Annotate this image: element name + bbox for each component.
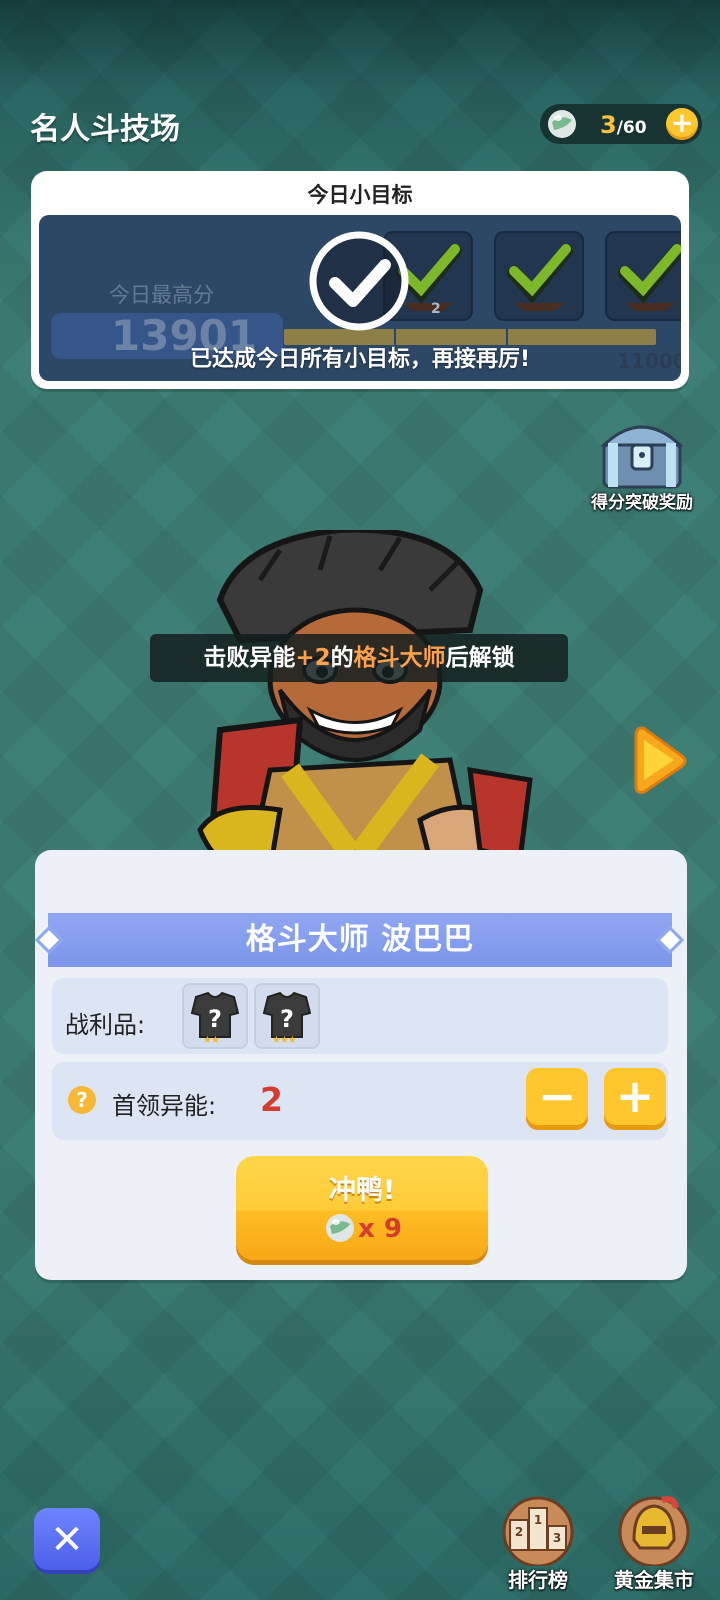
boss-ability-value: 2 — [260, 1080, 283, 1119]
goals-complete-message: 已达成今日所有小目标，再接再厉! — [189, 347, 531, 372]
all-complete-check-icon — [309, 231, 409, 331]
gold-market-button[interactable]: 黄金集市 — [604, 1490, 704, 1592]
egg-icon — [548, 110, 576, 138]
help-icon[interactable]: ? — [68, 1086, 96, 1114]
character-name: 格斗大师 波巴巴 — [48, 913, 672, 967]
loot-item[interactable]: ? ★★★ — [254, 983, 320, 1049]
svg-text:3: 3 — [553, 1531, 561, 1545]
boss-ability-label: 首领异能: — [112, 1092, 217, 1120]
daily-goals-panel: 今日最高分 13901 2 11000 已达成今日所有小目标，再接再厉! — [39, 215, 681, 381]
daily-goals-card: 今日小目标 今日最高分 13901 2 11000 已达成今日所有小目标，再接再… — [31, 171, 689, 389]
currency-count: 3/60 — [600, 111, 647, 139]
svg-text:1: 1 — [534, 1513, 542, 1527]
svg-text:?: ? — [208, 1005, 222, 1033]
egg-icon — [326, 1214, 354, 1242]
svg-text:?: ? — [280, 1005, 294, 1033]
leaderboard-label: 排行榜 — [508, 1568, 568, 1592]
gold-market-label: 黄金集市 — [614, 1568, 694, 1592]
leaderboard-button[interactable]: 2 1 3 排行榜 — [488, 1490, 588, 1592]
golden-helmet-icon — [618, 1496, 690, 1568]
currency-display: 3/60 + — [540, 104, 702, 144]
score-reward-label[interactable]: 得分突破奖励 — [577, 488, 707, 513]
checkmark-icon — [507, 244, 573, 311]
milestone-count: 2 — [431, 301, 441, 317]
decrease-ability-button[interactable]: − — [526, 1068, 588, 1130]
battle-cost: x 9 — [358, 1214, 402, 1244]
daily-goals-title: 今日小目标 — [307, 183, 413, 207]
milestone-slot-2 — [494, 231, 584, 321]
milestone-slot-3 — [605, 231, 681, 321]
increase-ability-button[interactable]: + — [604, 1068, 666, 1130]
treasure-chest-icon[interactable] — [598, 413, 686, 491]
start-battle-label: 冲鸭! — [328, 1175, 396, 1206]
checkmark-icon — [618, 244, 681, 311]
add-currency-button[interactable]: + — [666, 108, 698, 140]
highest-score-label: 今日最高分 — [109, 283, 214, 307]
podium-icon: 2 1 3 — [502, 1496, 574, 1568]
unlock-requirement-banner: 击败异能+2的格斗大师后解锁 — [150, 634, 568, 682]
svg-text:2: 2 — [515, 1525, 523, 1539]
page-title: 名人斗技场 — [30, 112, 180, 147]
close-button[interactable]: ✕ — [34, 1508, 100, 1574]
loot-label: 战利品: — [65, 1011, 146, 1039]
start-battle-button[interactable]: 冲鸭! x 9 — [236, 1156, 488, 1260]
loot-item[interactable]: ? ★★ — [182, 983, 248, 1049]
next-character-arrow-icon[interactable] — [632, 722, 688, 800]
